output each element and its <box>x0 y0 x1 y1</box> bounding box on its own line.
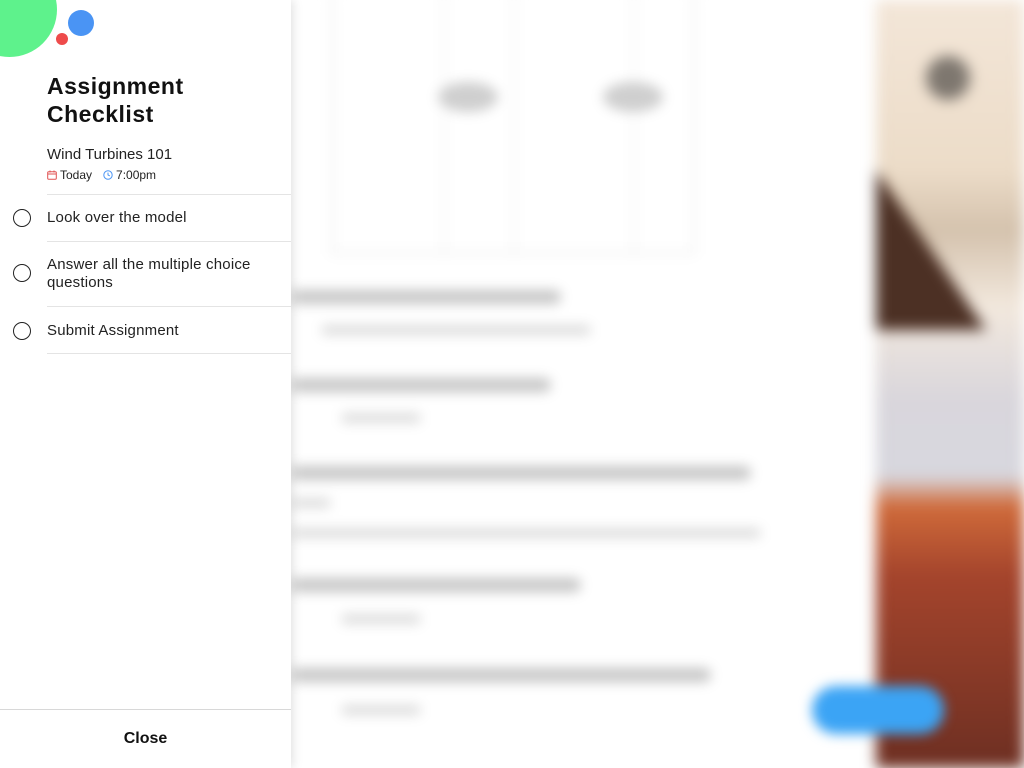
panel-title: Assignment Checklist <box>47 72 277 128</box>
due-date: Today <box>47 168 92 182</box>
checklist-item[interactable]: Answer all the multiple choice questions <box>0 242 291 306</box>
close-button[interactable]: Close <box>0 710 291 768</box>
clock-icon <box>103 170 113 180</box>
assignment-checklist-panel: Assignment Checklist Wind Turbines 101 T… <box>0 0 291 768</box>
background-content-blurred <box>291 0 881 768</box>
checklist-item-label: Answer all the multiple choice questions <box>47 256 251 291</box>
decorative-green-circle <box>0 0 57 57</box>
panel-title-line2: Checklist <box>47 101 154 127</box>
checklist-item[interactable]: Submit Assignment <box>0 307 291 353</box>
due-day: Today <box>60 168 93 182</box>
checklist-item-label: Submit Assignment <box>47 322 179 339</box>
assignment-name: Wind Turbines 101 <box>47 146 173 163</box>
calendar-icon <box>47 170 57 180</box>
divider <box>47 353 291 354</box>
background-photo-blurred <box>876 0 1024 768</box>
background-button-blurred <box>812 686 944 734</box>
radio-circle-icon[interactable] <box>13 264 31 282</box>
decorative-red-dot <box>56 33 68 45</box>
background-diagram <box>331 0 695 254</box>
radio-circle-icon[interactable] <box>13 322 31 340</box>
panel-title-line1: Assignment <box>47 73 184 99</box>
due-time-value: 7:00pm <box>116 168 157 182</box>
checklist-item-label: Look over the model <box>47 209 187 226</box>
decorative-blue-dot <box>68 10 94 36</box>
due-info: Today 7:00pm <box>47 167 167 183</box>
due-time: 7:00pm <box>103 168 156 182</box>
radio-circle-icon[interactable] <box>13 209 31 227</box>
checklist-item[interactable]: Look over the model <box>0 195 291 241</box>
